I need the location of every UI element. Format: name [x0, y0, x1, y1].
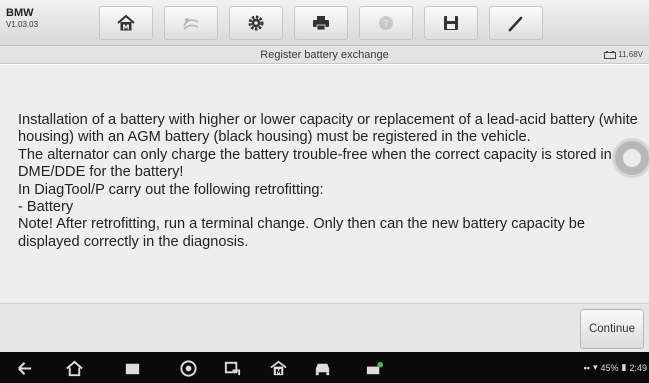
message-paragraph: The alternator can only charge the batte… [18, 146, 637, 181]
save-button[interactable] [424, 6, 478, 40]
svg-text:M: M [123, 24, 130, 32]
floating-assist-button[interactable] [612, 138, 649, 178]
continue-button[interactable]: Continue [580, 309, 644, 349]
top-toolbar: BMW V1.03.03 M ? [0, 0, 649, 46]
page-title: Register battery exchange [260, 49, 389, 61]
message-paragraph: In DiagTool/P carry out the following re… [18, 181, 324, 198]
brand-block: BMW V1.03.03 [6, 7, 38, 31]
app-home-icon[interactable]: M [268, 358, 288, 378]
vci-icon[interactable] [364, 358, 384, 378]
message-paragraph: - Battery [18, 199, 74, 216]
vehicle-swap-button[interactable] [164, 6, 218, 40]
car-icon[interactable] [312, 358, 332, 378]
message-icon: ▪▪ [583, 362, 590, 373]
svg-text:M: M [275, 368, 282, 376]
message-panel: Installation of a battery with higher or… [0, 65, 649, 303]
action-bar: Continue [0, 303, 649, 352]
printer-icon [313, 16, 329, 31]
gear-icon [248, 15, 264, 31]
battery-voltage: 11.68V [618, 50, 643, 59]
screenshot-icon[interactable] [222, 358, 242, 378]
status-area: ▪▪ ▾ 45% ▮ 2:49 [584, 362, 647, 373]
recent-apps-icon[interactable] [122, 358, 142, 378]
home-button[interactable]: M [99, 6, 153, 40]
pen-icon [508, 16, 523, 32]
system-nav-bar: M ▪▪ ▾ 45% ▮ 2:49 [0, 352, 649, 383]
print-button[interactable] [294, 6, 348, 40]
message-paragraph: Note! After retrofitting, run a terminal… [18, 216, 586, 250]
battery-percent: 45% [600, 362, 619, 373]
vehicle-swap-icon [183, 18, 199, 30]
battery-icon: ▮ [621, 362, 627, 372]
car-battery-icon [604, 50, 617, 59]
back-icon[interactable] [14, 358, 34, 378]
browser-icon[interactable] [178, 358, 198, 378]
message-text: Installation of a battery with higher or… [18, 112, 640, 251]
brand-name: BMW [6, 7, 34, 19]
message-paragraph: Installation of a battery with higher or… [18, 112, 638, 146]
home-icon[interactable] [64, 358, 84, 378]
help-button[interactable]: ? [359, 6, 413, 40]
settings-button[interactable] [229, 6, 283, 40]
help-icon: ? [379, 16, 393, 30]
software-version: V1.03.03 [6, 20, 39, 29]
wifi-icon: ▾ [592, 362, 598, 372]
edit-button[interactable] [489, 6, 543, 40]
title-bar: Register battery exchange 11.68V [0, 46, 649, 64]
svg-text:?: ? [383, 19, 388, 30]
save-icon [444, 16, 458, 30]
clock: 2:49 [629, 362, 647, 373]
battery-voltage-indicator: 11.68V [604, 50, 643, 59]
home-icon: M [117, 14, 135, 32]
